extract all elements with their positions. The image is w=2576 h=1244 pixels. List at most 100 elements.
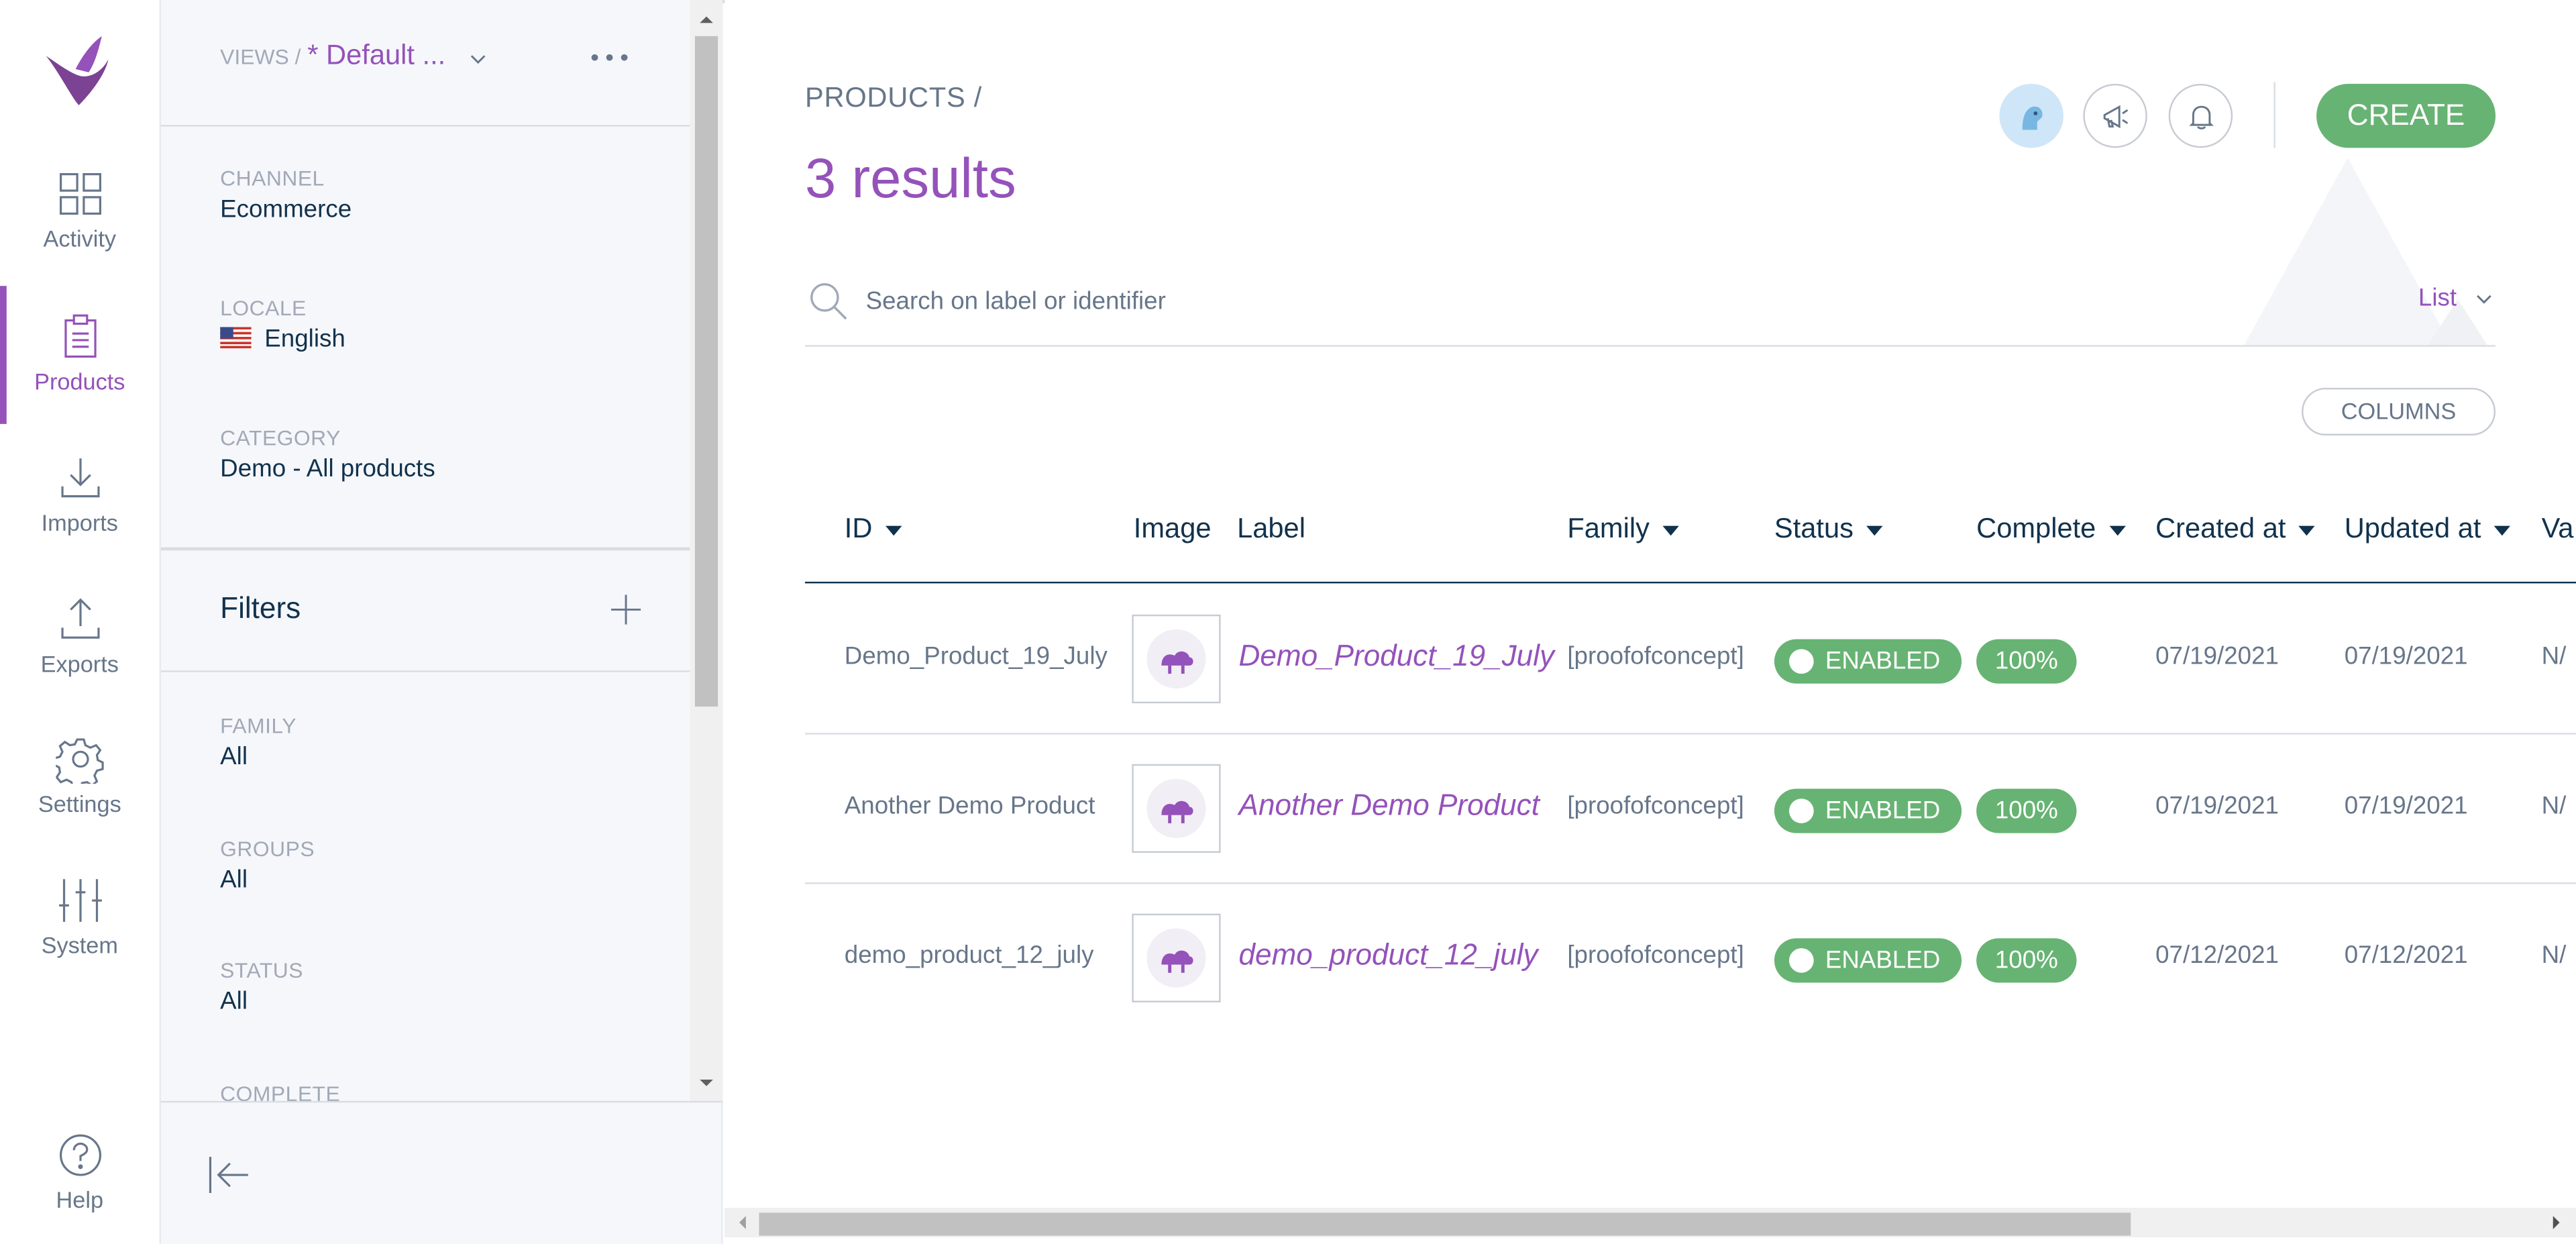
nav-item-exports[interactable]: Exports [0, 595, 160, 733]
column-header-family[interactable]: Family [1567, 513, 1680, 546]
bell-icon [2189, 105, 2214, 129]
cell-created: 07/19/2021 [2155, 792, 2279, 821]
nav-item-help[interactable]: Help [0, 1131, 160, 1244]
clipboard-icon [64, 314, 96, 358]
sort-caret-icon [2108, 525, 2126, 535]
nav-item-imports[interactable]: Imports [0, 454, 160, 592]
cell-variant: N/ [2541, 642, 2567, 671]
export-icon [60, 598, 99, 639]
horizontal-scrollbar-thumb[interactable] [759, 1212, 2131, 1236]
row-divider [805, 882, 2576, 884]
filter-status[interactable]: STATUS All [220, 958, 303, 1016]
filter-key: GROUPS [220, 836, 315, 862]
nav-label-activity: Activity [43, 225, 117, 252]
cell-created: 07/19/2021 [2155, 642, 2279, 671]
search-input[interactable] [865, 276, 2016, 325]
column-header-image: Image [1134, 513, 1212, 546]
nav-item-settings[interactable]: Settings [0, 735, 160, 873]
breadcrumb[interactable]: PRODUCTS / [805, 82, 982, 115]
chevron-down-icon [2475, 295, 2491, 304]
cell-label[interactable]: Another Demo Product [1239, 789, 1540, 823]
product-thumbnail [1132, 913, 1221, 1002]
add-filter-icon[interactable] [608, 592, 644, 628]
cell-label[interactable]: Demo_Product_19_July [1239, 639, 1555, 674]
create-button[interactable]: CREATE [2316, 83, 2496, 148]
announcements-button[interactable] [2083, 83, 2147, 148]
display-mode-value: List [2418, 284, 2457, 313]
nav-label-exports: Exports [40, 650, 119, 677]
search-icon [810, 282, 847, 320]
column-header-variant[interactable]: Va [2542, 513, 2574, 546]
nav-label-products: Products [34, 368, 125, 395]
search-underline [805, 345, 2496, 347]
cell-label[interactable]: demo_product_12_july [1239, 938, 1538, 972]
filter-groups[interactable]: GROUPS All [220, 837, 315, 894]
gear-icon [55, 738, 103, 784]
display-mode-select[interactable]: List [2418, 284, 2493, 313]
collapse-panel-icon[interactable] [204, 1150, 253, 1199]
scroll-down-icon[interactable] [696, 1073, 716, 1092]
row-divider [805, 733, 2576, 735]
columns-button[interactable]: COLUMNS [2302, 387, 2496, 435]
scroll-right-icon[interactable] [2548, 1214, 2564, 1231]
us-flag-icon [220, 327, 252, 349]
product-grid-area: PRODUCTS / 3 results CREATE Search on la… [724, 0, 2576, 1244]
filter-family[interactable]: FAMILY All [220, 713, 297, 771]
column-header-updated[interactable]: Updated at [2345, 513, 2511, 546]
column-header-id[interactable]: ID [845, 513, 902, 546]
chevron-down-icon [470, 54, 486, 64]
panel-scrollbar-thumb[interactable] [694, 36, 718, 707]
locale-key: LOCALE [220, 295, 307, 321]
cell-id: Another Demo Product [844, 792, 1095, 821]
scroll-left-icon[interactable] [735, 1214, 751, 1231]
channel-key: CHANNEL [220, 166, 325, 191]
filter-panel: VIEWS / * Default ... CHANNEL Ecommerce L… [161, 0, 723, 1244]
locale-switcher[interactable]: LOCALE English [220, 296, 345, 354]
filter-value: All [220, 742, 248, 771]
sort-caret-icon [1662, 525, 1680, 535]
nav-label-imports: Imports [41, 509, 118, 536]
channel-switcher[interactable]: CHANNEL Ecommerce [220, 166, 352, 223]
cell-id: Demo_Product_19_July [844, 642, 1108, 671]
column-header-label: Va [2541, 513, 2574, 544]
column-header-label: Label [1237, 513, 1305, 544]
megaphone-icon [2103, 105, 2129, 129]
column-header-complete[interactable]: Complete [1976, 513, 2126, 546]
divider [161, 547, 690, 551]
view-name: * Default ... [307, 39, 446, 71]
completeness-badge: 100% [1976, 639, 2077, 684]
view-selector[interactable]: VIEWS / * Default ... [220, 40, 488, 72]
akeneo-logo[interactable] [40, 33, 115, 109]
filter-key: STATUS [220, 957, 303, 983]
cell-family: [proofofconcept] [1567, 642, 1744, 671]
mountain-illustration [2244, 158, 2487, 346]
scroll-up-icon[interactable] [696, 10, 716, 30]
product-image-icon [1146, 629, 1206, 689]
column-header-status[interactable]: Status [1774, 513, 1884, 546]
divider [161, 1100, 723, 1103]
product-thumbnail [1132, 764, 1221, 853]
user-avatar[interactable] [1999, 83, 2063, 148]
product-image-icon [1146, 928, 1206, 988]
sort-caret-icon [2494, 525, 2511, 535]
help-icon [58, 1134, 101, 1176]
divider [2273, 82, 2275, 148]
cell-updated: 07/12/2021 [2344, 941, 2468, 970]
column-header-created[interactable]: Created at [2155, 513, 2316, 546]
notifications-button[interactable] [2168, 83, 2233, 148]
filter-complete[interactable]: COMPLETE [220, 1081, 340, 1100]
user-avatar-icon [2022, 106, 2043, 130]
column-header-label: Created at [2155, 513, 2286, 544]
more-options-icon[interactable] [588, 46, 631, 69]
column-header-label: Family [1567, 513, 1650, 544]
category-switcher[interactable]: CATEGORY Demo - All products [220, 425, 435, 483]
cell-updated: 07/19/2021 [2344, 792, 2468, 821]
nav-item-products[interactable]: Products [0, 286, 160, 424]
nav-label-system: System [41, 931, 118, 958]
category-key: CATEGORY [220, 425, 341, 451]
filter-panel-scroll: VIEWS / * Default ... CHANNEL Ecommerce L… [161, 0, 690, 1101]
divider [161, 670, 690, 672]
filters-title: Filters [220, 591, 301, 625]
nav-item-system[interactable]: System [0, 876, 160, 1014]
column-header-label: Updated at [2344, 513, 2481, 544]
